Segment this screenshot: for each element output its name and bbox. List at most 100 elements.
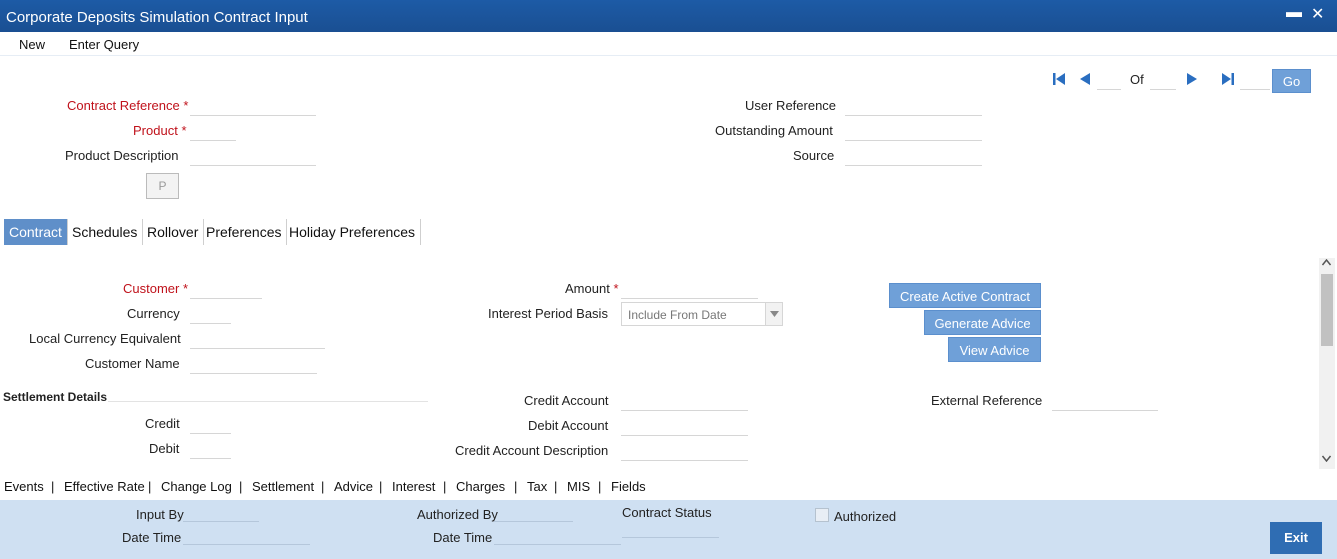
required-mark: * (613, 281, 619, 296)
currency-field[interactable] (190, 304, 231, 324)
audit-footer: Input By Date Time Authorized By Date Ti… (0, 500, 1337, 559)
input-by-label: Input By (136, 507, 184, 522)
local-currency-equivalent-field[interactable] (190, 329, 325, 349)
product-label: Product * (133, 123, 187, 138)
debit-label: Debit (149, 441, 180, 456)
exit-button[interactable]: Exit (1270, 522, 1322, 554)
currency-label: Currency (127, 306, 180, 321)
authorized-date-time-field (494, 525, 621, 545)
input-by-field (183, 502, 259, 522)
tab-holiday-preferences[interactable]: Holiday Preferences (284, 219, 422, 245)
close-icon[interactable]: ✕ (1311, 4, 1324, 24)
date-time-label: Date Time (122, 530, 182, 545)
customer-name-label: Customer Name (85, 356, 180, 371)
first-record-icon[interactable] (1053, 72, 1065, 88)
link-mis[interactable]: MIS (567, 479, 590, 494)
customer-field[interactable] (190, 279, 262, 299)
menu-enter-query[interactable]: Enter Query (69, 37, 139, 52)
contract-reference-field[interactable] (190, 96, 316, 116)
amount-field[interactable] (621, 279, 758, 299)
goto-record-field[interactable] (1240, 70, 1270, 90)
authorized-date-time-label: Date Time (433, 530, 493, 545)
interest-period-basis-label: Interest Period Basis (488, 306, 608, 321)
link-separator: | (514, 479, 518, 494)
link-advice[interactable]: Advice (334, 479, 373, 494)
last-record-icon[interactable] (1222, 72, 1234, 88)
required-mark: * (182, 281, 189, 296)
input-date-time-field (183, 525, 310, 545)
link-separator: | (598, 479, 602, 494)
tab-schedules[interactable]: Schedules (67, 219, 144, 245)
link-events[interactable]: Events (4, 479, 44, 494)
tab-rollover[interactable]: Rollover (142, 219, 205, 245)
external-reference-label: External Reference (931, 393, 1043, 408)
source-field[interactable] (845, 146, 982, 166)
customer-label-text: Customer (123, 281, 180, 296)
product-pickup-button[interactable]: P (146, 173, 179, 199)
scroll-down-icon[interactable] (1321, 454, 1332, 465)
product-description-field[interactable] (190, 146, 316, 166)
user-reference-label: User Reference (745, 98, 837, 113)
link-interest[interactable]: Interest (392, 479, 435, 494)
product-description-label: Product Description (65, 148, 179, 163)
product-field[interactable] (190, 121, 236, 141)
of-label: Of (1130, 72, 1144, 87)
vertical-scrollbar[interactable] (1319, 258, 1335, 469)
next-record-icon[interactable] (1187, 72, 1197, 88)
link-separator: | (379, 479, 383, 494)
link-separator: | (321, 479, 325, 494)
section-divider (108, 401, 428, 402)
authorized-by-field (494, 502, 573, 522)
link-settlement[interactable]: Settlement (252, 479, 314, 494)
view-advice-button[interactable]: View Advice (948, 337, 1041, 362)
previous-record-icon[interactable] (1080, 72, 1090, 88)
window-title: Corporate Deposits Simulation Contract I… (6, 9, 308, 26)
link-separator: | (148, 479, 152, 494)
amount-label-text: Amount (565, 281, 610, 296)
link-separator: | (443, 479, 447, 494)
interest-period-basis-select[interactable]: Include From Date (621, 302, 783, 326)
required-mark: * (181, 123, 187, 138)
outstanding-amount-field[interactable] (845, 121, 982, 141)
contract-reference-label-text: Contract Reference (67, 98, 180, 113)
debit-account-label: Debit Account (528, 418, 609, 433)
total-records-field (1150, 70, 1176, 90)
credit-account-label: Credit Account (524, 393, 609, 408)
minimize-icon[interactable]: ▬ (1286, 4, 1302, 22)
user-reference-field[interactable] (845, 96, 982, 116)
link-effective-rate[interactable]: Effective Rate (64, 479, 145, 494)
tab-preferences[interactable]: Preferences (201, 219, 288, 245)
credit-account-description-field[interactable] (621, 441, 748, 461)
customer-name-field[interactable] (190, 354, 317, 374)
interest-period-basis-value: Include From Date (628, 308, 727, 322)
link-tax[interactable]: Tax (527, 479, 547, 494)
credit-field[interactable] (190, 414, 231, 434)
menu-new[interactable]: New (19, 37, 45, 52)
product-label-text: Product (133, 123, 178, 138)
go-button[interactable]: Go (1272, 69, 1311, 93)
scroll-up-icon[interactable] (1321, 258, 1332, 269)
current-record-field[interactable] (1097, 70, 1121, 90)
generate-advice-button[interactable]: Generate Advice (924, 310, 1041, 335)
settlement-details-heading: Settlement Details (3, 390, 108, 404)
authorized-by-label: Authorized By (417, 507, 498, 522)
credit-account-description-label: Credit Account Description (455, 443, 609, 458)
authorized-label: Authorized (834, 509, 897, 524)
scrollbar-thumb[interactable] (1321, 274, 1333, 346)
menu-bar: New Enter Query (0, 32, 1337, 56)
customer-label: Customer * (123, 281, 188, 296)
create-active-contract-button[interactable]: Create Active Contract (889, 283, 1041, 308)
contract-reference-label: Contract Reference * (67, 98, 188, 113)
tab-contract[interactable]: Contract (4, 219, 68, 245)
link-change-log[interactable]: Change Log (161, 479, 232, 494)
link-charges[interactable]: Charges (456, 479, 505, 494)
contract-status-field (622, 518, 719, 538)
credit-account-field[interactable] (621, 391, 748, 411)
link-fields[interactable]: Fields (611, 479, 646, 494)
link-separator: | (51, 479, 55, 494)
amount-label: Amount * (565, 281, 619, 296)
debit-field[interactable] (190, 439, 231, 459)
debit-account-field[interactable] (621, 416, 748, 436)
local-currency-equivalent-label: Local Currency Equivalent (29, 331, 181, 346)
external-reference-field[interactable] (1052, 391, 1158, 411)
